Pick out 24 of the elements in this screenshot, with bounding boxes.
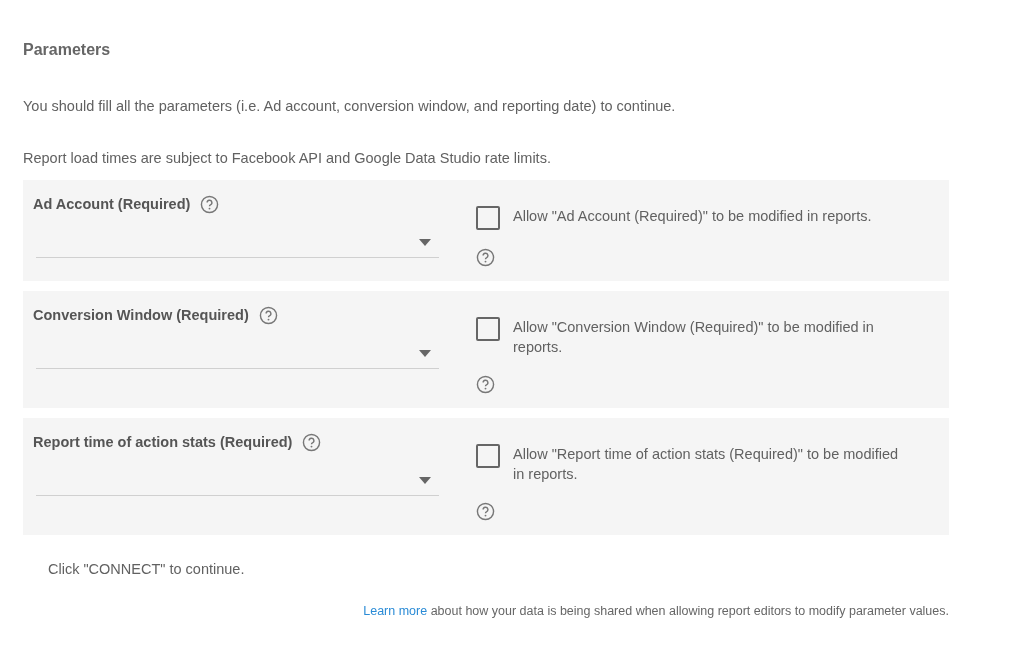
help-icon[interactable]: [476, 502, 495, 521]
dropdown-caret-icon: [419, 239, 431, 246]
instruction-text: You should fill all the parameters (i.e. Ad account, conversion window, and reporting date) to continue.: [23, 97, 677, 116]
allow-modify-label: Allow "Conversion Window (Required)" to be modified in reports.: [513, 318, 875, 357]
help-icon[interactable]: [476, 375, 495, 394]
connect-note: Click "CONNECT" to continue.: [48, 560, 246, 579]
dropdown-caret-icon: [419, 477, 431, 484]
section-title: Parameters: [23, 40, 112, 60]
help-icon[interactable]: [302, 432, 322, 452]
checkbox[interactable]: [476, 317, 500, 341]
rate-limit-note: Report load times are subject to Facebook API and Google Data Studio rate limits.: [23, 149, 552, 168]
allow-modify-label: Allow "Ad Account (Required)" to be modified in reports.: [513, 207, 873, 226]
checkbox[interactable]: [476, 206, 500, 230]
dropdown-caret-icon: [419, 350, 431, 357]
help-icon[interactable]: [258, 305, 278, 325]
parameter-label: Ad Account (Required): [33, 195, 191, 214]
help-icon[interactable]: [200, 194, 220, 214]
help-icon[interactable]: [476, 248, 495, 267]
parameter-label: Report time of action stats (Required): [33, 433, 293, 452]
parameter-label: Conversion Window (Required): [33, 306, 249, 325]
checkbox[interactable]: [476, 444, 500, 468]
learn-more-note: Learn more about how your data is being shared when allowing report editors to modify parameter values.: [362, 603, 949, 620]
learn-more-link[interactable]: Learn more: [363, 604, 428, 618]
allow-modify-label: Allow "Report time of action stats (Required)" to be modified in reports.: [513, 445, 900, 484]
